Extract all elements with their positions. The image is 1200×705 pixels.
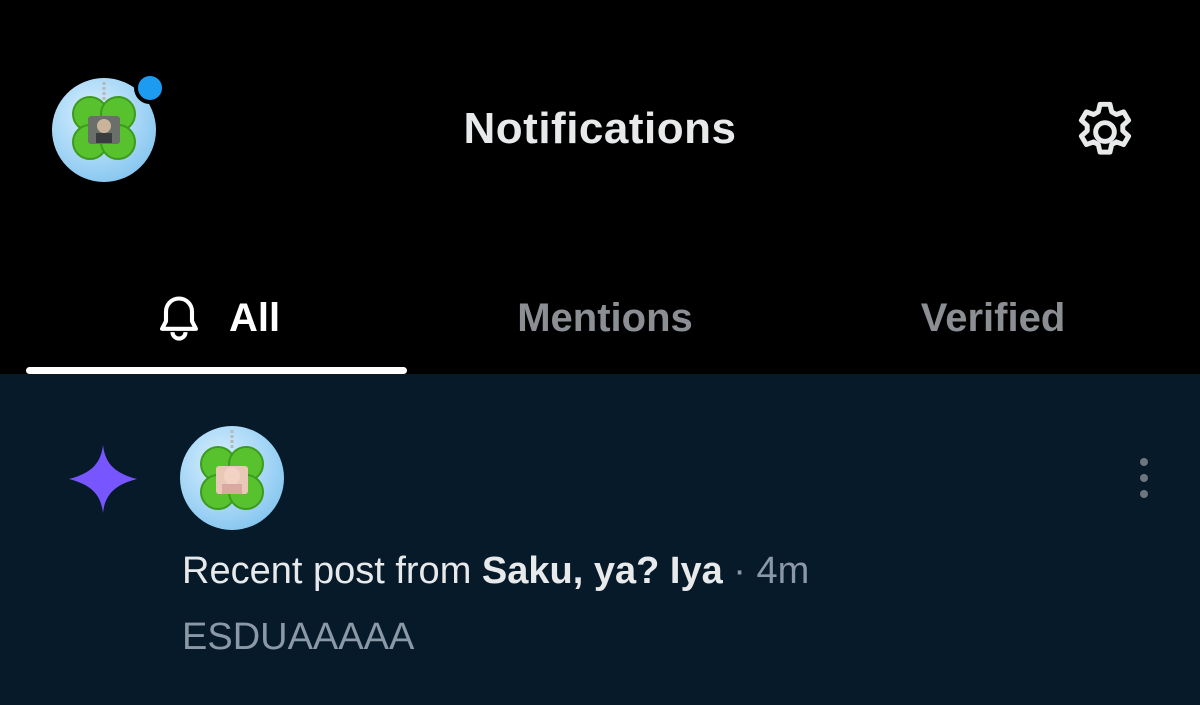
clover-keychain-avatar-icon [200,430,264,510]
top-bar: Notifications [0,0,1200,260]
notification-text: Recent post from Saku, ya? Iya · 4m [182,550,809,593]
notification-item[interactable]: Recent post from Saku, ya? Iya · 4m ESDU… [0,374,1200,705]
tab-verified[interactable]: Verified [800,262,1186,374]
notification-user-name[interactable]: Saku, ya? Iya [482,550,723,592]
notification-prefix: Recent post from [182,550,482,592]
page-title: Notifications [463,104,737,153]
notification-tabs: All Mentions Verified [0,262,1200,374]
more-vertical-icon[interactable] [1124,454,1164,502]
unread-indicator-dot [134,72,166,104]
tab-all-label: All [228,295,281,340]
tab-mentions-label: Mentions [517,295,693,340]
notification-user-avatar[interactable] [180,426,284,530]
tab-verified-label: Verified [920,295,1066,340]
active-tab-indicator [26,367,407,374]
sparkle-icon [68,444,138,514]
gear-icon[interactable] [1070,97,1140,167]
tab-all[interactable]: All [26,262,407,374]
bell-icon [159,296,198,341]
notification-separator: · [722,550,757,592]
notification-preview: ESDUAAAAA [182,616,415,658]
notification-time: 4m [756,550,810,592]
tab-mentions[interactable]: Mentions [412,262,798,374]
